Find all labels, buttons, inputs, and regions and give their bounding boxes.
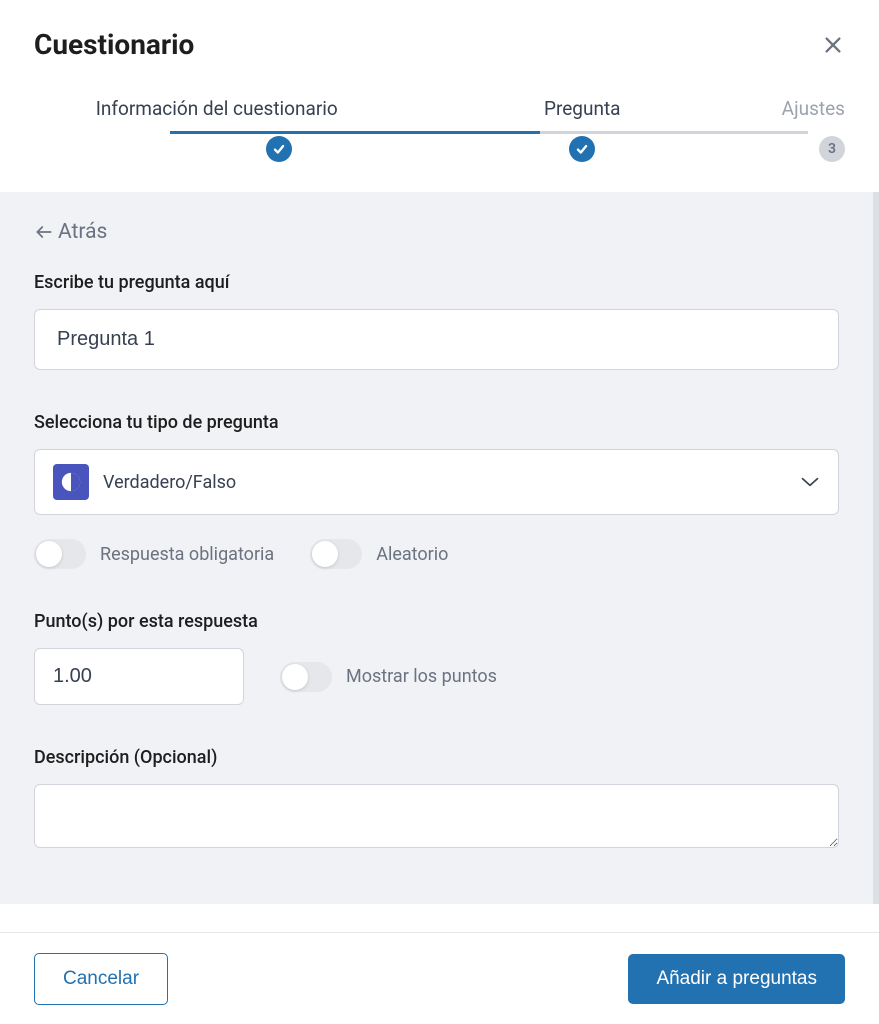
step-connector-1	[170, 131, 540, 134]
check-icon	[272, 142, 286, 156]
step-settings-label: Ajustes	[782, 97, 845, 120]
show-points-toggle-label: Mostrar los puntos	[346, 666, 497, 687]
check-icon	[575, 142, 589, 156]
modal-title: Cuestionario	[34, 28, 194, 61]
required-toggle-label: Respuesta obligatoria	[100, 544, 274, 565]
cancel-button[interactable]: Cancelar	[34, 953, 168, 1005]
step-settings-circle: 3	[819, 136, 845, 162]
step-info-circle	[266, 136, 292, 162]
toggle-knob	[36, 541, 62, 567]
description-input[interactable]	[34, 784, 839, 848]
step-question-label: Pregunta	[544, 97, 621, 120]
show-points-toggle[interactable]	[280, 662, 332, 692]
close-button[interactable]	[821, 33, 845, 57]
chevron-down-icon	[800, 473, 820, 492]
toggle-knob	[312, 541, 338, 567]
question-input[interactable]	[34, 309, 839, 370]
type-field-label: Selecciona tu tipo de pregunta	[34, 412, 839, 433]
add-to-questions-button[interactable]: Añadir a preguntas	[628, 954, 845, 1004]
question-type-select[interactable]: Verdadero/Falso	[34, 449, 839, 515]
points-field-label: Punto(s) por esta respuesta	[34, 611, 839, 632]
required-toggle[interactable]	[34, 539, 86, 569]
step-info[interactable]: Información del cuestionario	[34, 97, 400, 162]
step-connector-2	[540, 131, 808, 134]
arrow-left-icon	[34, 222, 54, 242]
back-button[interactable]: Atrás	[34, 220, 107, 244]
random-toggle[interactable]	[310, 539, 362, 569]
random-toggle-label: Aleatorio	[376, 544, 448, 565]
points-input[interactable]	[34, 648, 244, 705]
question-type-value: Verdadero/Falso	[103, 472, 786, 493]
toggle-knob	[282, 664, 308, 690]
step-info-label: Información del cuestionario	[96, 97, 338, 120]
question-field-label: Escribe tu pregunta aquí	[34, 272, 839, 293]
back-label: Atrás	[58, 220, 107, 244]
close-icon	[822, 34, 844, 56]
step-settings[interactable]: Ajustes 3	[765, 97, 845, 162]
description-field-label: Descripción (Opcional)	[34, 747, 839, 768]
true-false-icon	[53, 464, 89, 500]
step-question[interactable]: Pregunta	[400, 97, 766, 162]
stepper: Información del cuestionario Pregunta Aj…	[0, 77, 879, 192]
step-question-circle	[569, 136, 595, 162]
